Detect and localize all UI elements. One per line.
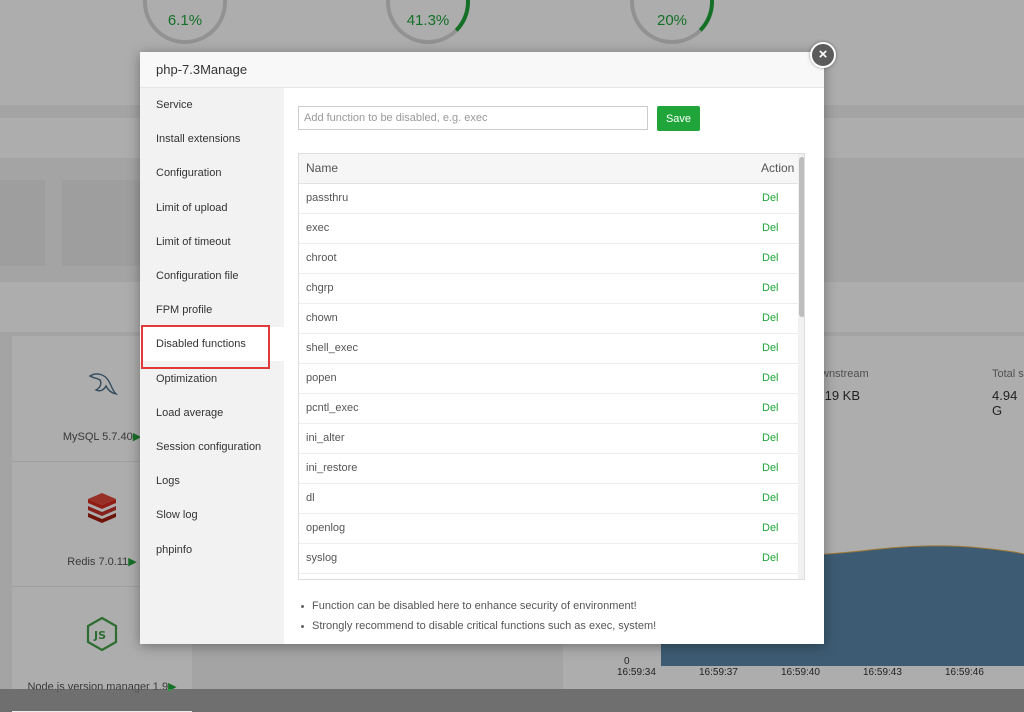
save-button[interactable]: Save — [657, 106, 700, 131]
sidebar-item-fpm-profile[interactable]: FPM profile — [140, 293, 284, 327]
function-name-cell: dl — [306, 492, 315, 504]
table-row: openlog Del — [299, 514, 804, 544]
sidebar-item-optimization[interactable]: Optimization — [140, 362, 284, 396]
sidebar-item-configuration-file[interactable]: Configuration file — [140, 259, 284, 293]
tips-list: Function can be disabled here to enhance… — [298, 596, 656, 636]
table-row: readlink Del — [299, 574, 804, 579]
delete-link[interactable]: Del — [762, 424, 779, 453]
table-row: chroot Del — [299, 244, 804, 274]
table-header: Name Action — [299, 154, 804, 184]
table-row: ini_restore Del — [299, 454, 804, 484]
sidebar-item-limit-of-upload[interactable]: Limit of upload — [140, 191, 284, 225]
delete-link[interactable]: Del — [762, 454, 779, 483]
function-name-cell: openlog — [306, 522, 346, 534]
table-row: popen Del — [299, 364, 804, 394]
scrollbar-thumb[interactable] — [799, 157, 804, 317]
table-row: ini_alter Del — [299, 424, 804, 454]
function-name-cell: popen — [306, 372, 337, 384]
dialog-title: php-7.3Manage — [140, 52, 824, 88]
sidebar-item-load-average[interactable]: Load average — [140, 396, 284, 430]
delete-link[interactable]: Del — [762, 364, 779, 393]
delete-link[interactable]: Del — [762, 484, 779, 513]
function-name-cell: chroot — [306, 252, 337, 264]
table-row: shell_exec Del — [299, 334, 804, 364]
sidebar-item-logs[interactable]: Logs — [140, 464, 284, 498]
php-manage-dialog: php-7.3Manage Service Install extensions C… — [140, 52, 824, 644]
table-row: dl Del — [299, 484, 804, 514]
table-row: syslog Del — [299, 544, 804, 574]
delete-link[interactable]: Del — [762, 244, 779, 273]
dialog-sidebar: Service Install extensions Configuration Li… — [140, 88, 284, 644]
delete-link[interactable]: Del — [762, 184, 779, 213]
function-name-cell: chown — [306, 312, 338, 324]
function-name-cell: pcntl_exec — [306, 402, 359, 414]
tip-item: Strongly recommend to disable critical f… — [298, 616, 656, 636]
function-name-cell: readlink — [306, 574, 345, 579]
function-name-cell: shell_exec — [306, 342, 358, 354]
column-header-name: Name — [306, 161, 339, 175]
table-row: chgrp Del — [299, 274, 804, 304]
close-icon[interactable]: × — [810, 42, 836, 68]
sidebar-item-disabled-functions[interactable]: Disabled functions — [140, 327, 284, 362]
delete-link[interactable]: Del — [762, 334, 779, 363]
function-name-cell: passthru — [306, 192, 349, 204]
table-row: exec Del — [299, 214, 804, 244]
function-name-cell: ini_alter — [306, 432, 345, 444]
tip-item: Function can be disabled here to enhance… — [298, 596, 656, 616]
function-name-cell: ini_restore — [306, 462, 358, 474]
function-name-cell: chgrp — [306, 282, 334, 294]
function-name-input[interactable] — [298, 106, 648, 130]
delete-link[interactable]: Del — [762, 544, 779, 573]
function-name-cell: syslog — [306, 552, 338, 564]
sidebar-item-configuration[interactable]: Configuration — [140, 156, 284, 190]
delete-link[interactable]: Del — [762, 574, 779, 579]
sidebar-item-install-extensions[interactable]: Install extensions — [140, 122, 284, 156]
table-row: passthru Del — [299, 184, 804, 214]
sidebar-item-limit-of-timeout[interactable]: Limit of timeout — [140, 225, 284, 259]
sidebar-item-slow-log[interactable]: Slow log — [140, 498, 284, 532]
disabled-functions-panel: Save Name Action passthruDelexecDelchroo… — [284, 88, 824, 644]
delete-link[interactable]: Del — [762, 514, 779, 543]
delete-link[interactable]: Del — [762, 274, 779, 303]
sidebar-item-service[interactable]: Service — [140, 88, 284, 122]
table-row: chown Del — [299, 304, 804, 334]
table-row: pcntl_exec Del — [299, 394, 804, 424]
sidebar-item-session-configuration[interactable]: Session configuration — [140, 430, 284, 464]
disabled-functions-table: Name Action passthru Del exec Del chroot Del c… — [298, 153, 805, 580]
table-body: passthru Del exec Del chroot Del chgrp Del chown… — [299, 184, 804, 579]
function-name-cell: exec — [306, 222, 330, 234]
delete-link[interactable]: Del — [762, 304, 779, 333]
delete-link[interactable]: Del — [762, 394, 779, 423]
column-header-action: Action — [761, 161, 795, 175]
delete-link[interactable]: Del — [762, 214, 779, 243]
sidebar-item-phpinfo[interactable]: phpinfo — [140, 533, 284, 567]
